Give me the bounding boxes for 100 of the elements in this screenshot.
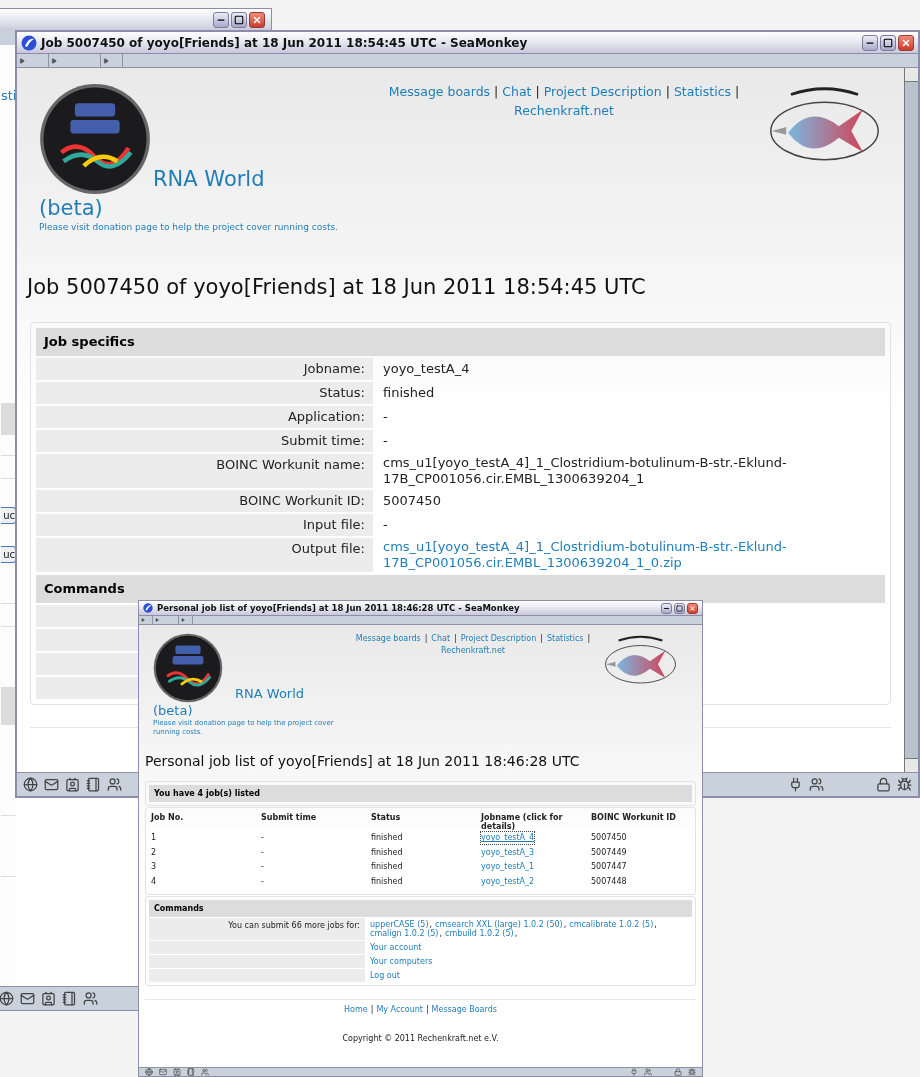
jobname-link[interactable]: yoyo_testA_3 xyxy=(481,846,535,859)
list-separator: , xyxy=(439,929,442,938)
app-link[interactable]: cmbuild 1.0.2 (5) xyxy=(445,929,514,938)
people-icon[interactable] xyxy=(107,777,122,792)
minimize-button[interactable] xyxy=(661,602,672,614)
globe-icon[interactable] xyxy=(145,1068,153,1076)
table-cell-text: 2 xyxy=(151,846,158,859)
nav-link[interactable]: Message boards xyxy=(355,633,421,645)
field-value[interactable]: cms_u1[yoyo_testA_4]_1_Clostridium-botulinum-B-str.-Eklund-17B_CP001056.cir.EMBL_1300639204_1_0.zip xyxy=(375,537,885,572)
field-value: 5007450 xyxy=(382,491,442,510)
window-title: Personal job list of yoyo[Friends] at 18 Jun 2011 18:46:28 UTC - SeaMonkey xyxy=(157,601,520,615)
square-icon xyxy=(883,37,893,48)
nav-separator: | xyxy=(454,633,457,645)
toolbar-grippy[interactable] xyxy=(101,54,123,67)
maximize-button[interactable] xyxy=(674,602,685,614)
nav-link[interactable]: Rechenkraft.net xyxy=(514,101,614,121)
section-header: Commands xyxy=(149,900,692,917)
circle-logo xyxy=(153,633,223,703)
bug-icon[interactable] xyxy=(688,1068,696,1076)
nav-link[interactable]: Statistics xyxy=(546,633,584,645)
nav-link[interactable]: Project Description xyxy=(543,83,662,102)
table-cell-text: - xyxy=(261,861,265,874)
lock-icon[interactable] xyxy=(876,777,891,792)
copyright-text: Copyright © 2011 Rechenkraft.net e.V. xyxy=(342,1033,499,1045)
list-separator: , xyxy=(429,920,433,929)
field-value: cms_u1[yoyo_testA_4]_1_Clostridium-botulinum-B-str.-Eklund-17B_CP001056.cir.EMBL_1300639204_1 xyxy=(382,453,788,488)
jobname-link[interactable]: yoyo_testA_4 xyxy=(481,832,535,845)
partial-link[interactable]: sti xyxy=(1,88,17,103)
field-value: - xyxy=(382,515,389,534)
mail-icon[interactable] xyxy=(20,991,35,1006)
field-label: BOINC Workunit name: xyxy=(36,453,373,488)
nav-separator: | xyxy=(735,83,740,101)
app-link[interactable]: cmalign 1.0.2 (5) xyxy=(370,929,439,938)
page-heading: Job 5007450 of yoyo[Friends] at 18 Jun 2011 18:54:45 UTC xyxy=(25,274,647,301)
field-value: - xyxy=(382,431,389,450)
nav-separator: | xyxy=(587,633,591,645)
notebook-icon[interactable] xyxy=(86,777,101,792)
minimize-button[interactable] xyxy=(862,34,878,51)
table-cell-text: finished xyxy=(371,832,404,845)
table-cell-text: 5007449 xyxy=(591,846,628,859)
nav-separator: | xyxy=(540,633,543,645)
list-separator: , xyxy=(514,929,518,938)
lock-icon[interactable] xyxy=(674,1068,682,1076)
nav-link[interactable]: Statistics xyxy=(673,83,732,102)
footer-link[interactable]: My Account xyxy=(376,1004,423,1016)
field-label: Status: xyxy=(36,381,373,404)
app-link[interactable]: cmcalibrate 1.0.2 (5) xyxy=(569,920,654,929)
close-icon xyxy=(689,604,696,612)
app-icon xyxy=(21,34,37,51)
close-button[interactable] xyxy=(898,34,914,51)
jobname-link[interactable]: yoyo_testA_1 xyxy=(481,861,535,874)
nav-link[interactable]: Message boards xyxy=(388,83,491,102)
maximize-button[interactable] xyxy=(880,34,896,51)
minimize-button[interactable] xyxy=(213,12,229,28)
contact-card-icon[interactable] xyxy=(41,991,56,1006)
footer-link[interactable]: Message Boards xyxy=(431,1004,497,1016)
people-icon[interactable] xyxy=(201,1068,209,1076)
mail-icon[interactable] xyxy=(159,1068,167,1076)
column-header: Status xyxy=(371,813,402,824)
command-link[interactable]: Your computers xyxy=(366,955,437,968)
nav-separator: | xyxy=(494,83,499,101)
section-header: Commands xyxy=(36,574,885,603)
nav-link[interactable]: Project Description xyxy=(460,633,537,645)
column-header: BOINC Workunit ID xyxy=(591,813,677,824)
people-icon[interactable] xyxy=(83,991,98,1006)
maximize-button[interactable] xyxy=(231,12,247,28)
toolbar-grippy[interactable] xyxy=(153,616,179,624)
globe-icon[interactable] xyxy=(0,991,14,1006)
command-link[interactable]: Your account xyxy=(366,941,426,954)
toolbar-grippy[interactable] xyxy=(139,616,153,624)
table-cell-text: 1 xyxy=(151,832,158,845)
close-button[interactable] xyxy=(249,12,265,28)
footer-link[interactable]: Home xyxy=(344,1004,368,1016)
field-label: You can submit 66 more jobs for: xyxy=(149,918,365,940)
nav-link[interactable]: Chat xyxy=(502,83,532,102)
contact-card-icon[interactable] xyxy=(65,777,80,792)
notebook-icon[interactable] xyxy=(187,1068,195,1076)
nav-link[interactable]: Chat xyxy=(431,633,451,645)
mail-icon[interactable] xyxy=(44,777,59,792)
triangle-icon xyxy=(141,618,145,622)
column-header: Jobname (click for details) xyxy=(481,813,564,831)
globe-icon[interactable] xyxy=(23,777,38,792)
command-link[interactable]: Log out xyxy=(366,969,404,982)
site-subtitle: (beta) xyxy=(153,703,194,719)
scrollbar[interactable] xyxy=(904,68,918,772)
toolbar-grippy[interactable] xyxy=(179,616,193,624)
bug-icon[interactable] xyxy=(897,777,912,792)
plug-icon[interactable] xyxy=(788,777,803,792)
toolbar-grippy[interactable] xyxy=(49,54,101,67)
table-cell-text: - xyxy=(261,875,265,888)
plug-icon[interactable] xyxy=(630,1068,638,1076)
footer-separator: | xyxy=(370,1004,374,1016)
app-link[interactable]: upperCASE (5) xyxy=(370,920,429,929)
toolbar-grippy[interactable] xyxy=(17,54,49,67)
notebook-icon[interactable] xyxy=(62,991,77,1006)
nav-link[interactable]: Rechenkraft.net xyxy=(441,645,505,657)
contact-card-icon[interactable] xyxy=(173,1068,181,1076)
jobname-link[interactable]: yoyo_testA_2 xyxy=(481,875,535,888)
app-link[interactable]: cmsearch XXL (large) 1.0.2 (50) xyxy=(435,920,563,929)
close-button[interactable] xyxy=(687,602,698,614)
